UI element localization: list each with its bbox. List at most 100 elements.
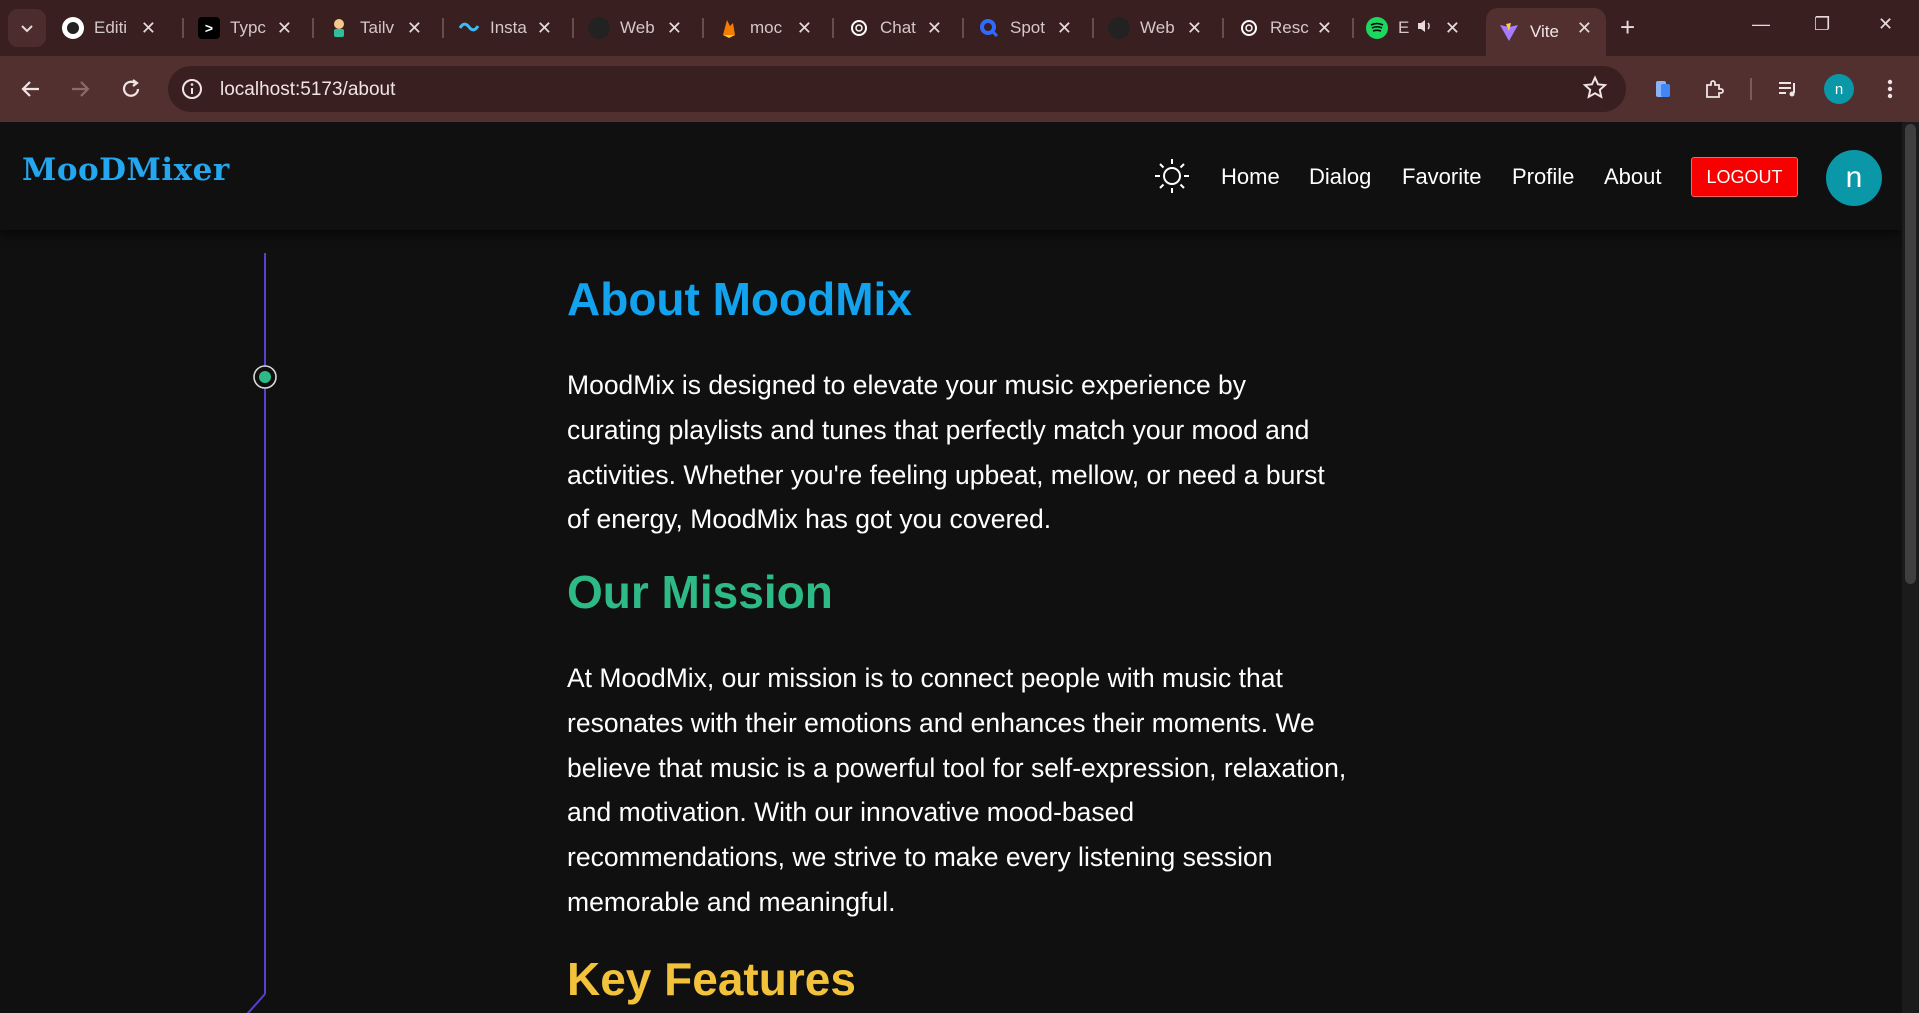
- restore-icon[interactable]: ❐: [1814, 14, 1830, 35]
- tab-title: Chat: [880, 18, 916, 37]
- close-icon[interactable]: ✕: [141, 18, 156, 38]
- features-heading: Key Features: [567, 953, 856, 1005]
- nav-link-favorite[interactable]: Favorite: [1402, 164, 1481, 190]
- browser-toolbar: localhost:5173/about n: [0, 56, 1919, 122]
- openai-icon: [848, 17, 870, 39]
- new-tab-button[interactable]: +: [1620, 12, 1635, 43]
- nav-link-dialog[interactable]: Dialog: [1309, 164, 1371, 190]
- browser-tab[interactable]: E ✕: [1366, 8, 1474, 48]
- openai-icon: [1238, 17, 1260, 39]
- scrollbar-thumb[interactable]: [1905, 124, 1916, 584]
- about-paragraph: MoodMix is designed to elevate your musi…: [567, 370, 1325, 535]
- timeline-dot: [259, 371, 271, 383]
- tab-title: Typc: [230, 18, 266, 37]
- close-icon[interactable]: ✕: [797, 18, 812, 38]
- minimize-icon[interactable]: —: [1752, 14, 1770, 35]
- info-icon[interactable]: [180, 77, 204, 101]
- tab-separator: [702, 18, 704, 38]
- tab-separator: [1352, 18, 1354, 38]
- speaker-icon[interactable]: [1416, 18, 1434, 39]
- close-icon[interactable]: ✕: [277, 18, 292, 38]
- spotify-icon: [1366, 17, 1388, 39]
- tab-separator: [572, 18, 574, 38]
- forward-button[interactable]: [63, 72, 97, 106]
- tab-title: Insta: [490, 18, 527, 37]
- browser-tab[interactable]: Tailv ✕: [328, 8, 436, 48]
- close-icon[interactable]: ✕: [1577, 18, 1592, 38]
- close-icon[interactable]: ✕: [927, 18, 942, 38]
- tab-title: moc: [750, 18, 783, 37]
- tab-separator: [962, 18, 964, 38]
- media-controls-icon[interactable]: [1774, 75, 1802, 103]
- tailwind-icon: [458, 17, 480, 39]
- tab-separator: [312, 18, 314, 38]
- site-navbar: MooDMixer Home Dialog Favorite Profile A…: [0, 122, 1902, 230]
- github-icon: [62, 17, 84, 39]
- site-logo[interactable]: MooDMixer: [22, 152, 230, 188]
- web-icon: [588, 17, 610, 39]
- web-icon: [1108, 17, 1130, 39]
- toolbar-divider: [1750, 78, 1752, 100]
- close-icon[interactable]: ✕: [407, 18, 422, 38]
- tailwind-ui-icon: [328, 17, 350, 39]
- browser-tab[interactable]: Resc ✕: [1238, 8, 1346, 48]
- about-heading: About MoodMix: [567, 273, 912, 325]
- tab-title: Tailv: [360, 18, 395, 37]
- tab-title: Web: [1140, 18, 1175, 37]
- browser-tab[interactable]: Chat ✕: [848, 8, 956, 48]
- page-scrollbar[interactable]: [1902, 122, 1919, 1013]
- tab-search-button[interactable]: [8, 9, 46, 47]
- tab-separator: [1222, 18, 1224, 38]
- browser-tab[interactable]: > Typc ✕: [198, 8, 306, 48]
- extension-files-icon[interactable]: [1649, 75, 1677, 103]
- tab-title: Spot: [1010, 18, 1045, 37]
- tab-title: Vite: [1530, 22, 1559, 41]
- page-viewport: MooDMixer Home Dialog Favorite Profile A…: [0, 122, 1902, 1013]
- profile-avatar[interactable]: n: [1824, 74, 1854, 104]
- nav-link-home[interactable]: Home: [1221, 164, 1280, 190]
- close-icon[interactable]: ✕: [1187, 18, 1202, 38]
- browser-tab[interactable]: moc ✕: [718, 8, 826, 48]
- address-bar[interactable]: localhost:5173/about: [168, 66, 1626, 112]
- user-avatar[interactable]: n: [1826, 150, 1882, 206]
- tab-separator: [442, 18, 444, 38]
- tab-separator: [182, 18, 184, 38]
- browser-tab[interactable]: Web ✕: [1108, 8, 1216, 48]
- close-icon[interactable]: ✕: [1317, 18, 1332, 38]
- browser-tab[interactable]: Editi ✕: [62, 8, 170, 48]
- search-icon: [978, 17, 1000, 39]
- tab-title: Editi: [94, 18, 128, 37]
- vite-icon: [1498, 21, 1520, 43]
- browser-tab[interactable]: Spot ✕: [978, 8, 1086, 48]
- more-menu-icon[interactable]: [1876, 75, 1904, 103]
- reload-button[interactable]: [114, 72, 148, 106]
- browser-tab[interactable]: Web ✕: [588, 8, 696, 48]
- typing-icon: >: [198, 17, 220, 39]
- arrow-right-icon: [72, 81, 90, 97]
- bookmark-star-icon[interactable]: [1582, 75, 1608, 101]
- sun-icon[interactable]: [1152, 156, 1192, 196]
- tab-separator: [832, 18, 834, 38]
- tab-title: Resc: [1270, 18, 1309, 37]
- close-icon[interactable]: ✕: [1445, 18, 1460, 38]
- close-icon[interactable]: ✕: [537, 18, 552, 38]
- logout-button[interactable]: LOGOUT: [1691, 157, 1798, 197]
- chevron-down-icon: [21, 25, 33, 33]
- close-window-icon[interactable]: ✕: [1878, 14, 1893, 35]
- nav-link-about[interactable]: About: [1604, 164, 1662, 190]
- timeline-decoration: [246, 253, 277, 1013]
- browser-tab-active[interactable]: Vite ✕: [1486, 8, 1606, 56]
- close-icon[interactable]: ✕: [667, 18, 682, 38]
- close-icon[interactable]: ✕: [1057, 18, 1072, 38]
- tab-title: Web: [620, 18, 655, 37]
- mission-paragraph: At MoodMix, our mission is to connect pe…: [567, 663, 1347, 917]
- back-button[interactable]: [14, 72, 48, 106]
- extensions-puzzle-icon[interactable]: [1700, 75, 1728, 103]
- browser-tab-strip: Editi ✕ > Typc ✕ Tailv ✕ Insta ✕ Web ✕ m…: [0, 0, 1919, 56]
- nav-link-profile[interactable]: Profile: [1512, 164, 1574, 190]
- firebase-icon: [718, 17, 740, 39]
- arrow-left-icon: [21, 81, 39, 97]
- url-text: localhost:5173/about: [220, 79, 396, 100]
- timeline-branch: [246, 993, 266, 1013]
- browser-tab[interactable]: Insta ✕: [458, 8, 566, 48]
